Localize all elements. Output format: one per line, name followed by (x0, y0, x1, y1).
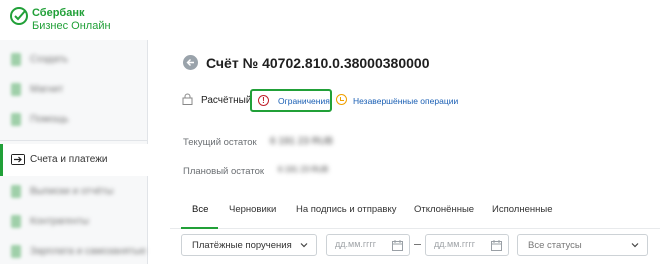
current-balance-label: Текущий остаток (183, 137, 257, 148)
calendar-icon[interactable] (491, 240, 502, 251)
tab-executed[interactable]: Исполненные (492, 204, 552, 215)
date-to-field[interactable] (425, 234, 509, 256)
date-from-input[interactable] (335, 239, 385, 249)
arrow-left-icon (186, 59, 194, 66)
sidebar-item-label: Помощь (30, 114, 69, 125)
document-icon (11, 53, 21, 66)
tab-drafts[interactable]: Черновики (229, 204, 276, 215)
sidebar: Создать Магнит Помощь Счета и платежи Вы… (0, 40, 148, 264)
tab-rejected[interactable]: Отклонённые (414, 204, 474, 215)
sidebar-item-label: Счета и платежи (30, 154, 108, 165)
warning-icon: ! (258, 95, 269, 106)
document-type-value: Платёжные поручения (192, 240, 292, 251)
clock-icon (336, 94, 347, 105)
date-to-input[interactable] (434, 239, 484, 249)
account-type-label: Расчётный (201, 95, 252, 106)
back-button[interactable] (183, 55, 198, 70)
document-icon (11, 215, 21, 228)
sberbank-logo[interactable]: Сбербанк Бизнес Онлайн (10, 4, 150, 32)
document-icon (11, 245, 21, 258)
sidebar-item-magnit[interactable]: Магнит (0, 74, 148, 106)
chevron-down-icon (300, 243, 308, 248)
lock-icon (182, 93, 193, 105)
date-from-field[interactable] (326, 234, 410, 256)
document-icon (11, 83, 21, 96)
calendar-icon[interactable] (392, 240, 403, 251)
sidebar-item-create[interactable]: Создать (0, 44, 148, 76)
sidebar-item-statements[interactable]: Выписки и отчёты (0, 176, 148, 208)
status-value: Все статусы (528, 240, 582, 251)
sidebar-item-salary[interactable]: Зарплата и самозанятые (0, 236, 148, 264)
planned-balance-label: Плановый остаток (183, 166, 265, 177)
current-balance-value: 6 191 23 RUB (270, 136, 333, 147)
document-icon (11, 185, 21, 198)
brand-subtitle: Бизнес Онлайн (32, 20, 111, 32)
sidebar-item-label: Выписки и отчёты (30, 186, 114, 197)
planned-balance-value: 6 191 23 RUB (278, 165, 329, 174)
sidebar-item-contractors[interactable]: Контрагенты (0, 206, 148, 238)
sidebar-item-help[interactable]: Помощь (0, 104, 148, 136)
sidebar-item-label: Контрагенты (30, 216, 89, 227)
tab-all[interactable]: Все (192, 204, 208, 215)
chevron-down-icon (631, 243, 639, 248)
sidebar-item-accounts-payments[interactable]: Счета и платежи (0, 144, 148, 176)
document-type-select[interactable]: Платёжные поручения (181, 234, 317, 256)
status-select[interactable]: Все статусы (517, 234, 648, 256)
sidebar-item-label: Магнит (30, 84, 64, 95)
brand-name: Сбербанк (32, 7, 85, 19)
sidebar-item-label: Создать (30, 54, 69, 65)
restrictions-link[interactable]: ! Ограничения (250, 89, 332, 112)
sidebar-item-label: Зарплата и самозанятые (30, 246, 147, 257)
document-icon (11, 113, 21, 126)
sidebar-divider (0, 140, 148, 141)
page-title: Счёт № 40702.810.0.38000380000 (206, 55, 430, 71)
tab-to-sign[interactable]: На подпись и отправку (296, 204, 396, 215)
restrictions-link-label: Ограничения (278, 96, 330, 106)
tabs-divider (170, 228, 660, 229)
pending-operations-link[interactable]: Незавершённые операции (353, 96, 458, 106)
arrow-in-icon (11, 154, 25, 165)
tab-active-indicator (181, 227, 218, 229)
date-range-separator (414, 244, 421, 245)
sberbank-logo-icon (10, 7, 28, 25)
